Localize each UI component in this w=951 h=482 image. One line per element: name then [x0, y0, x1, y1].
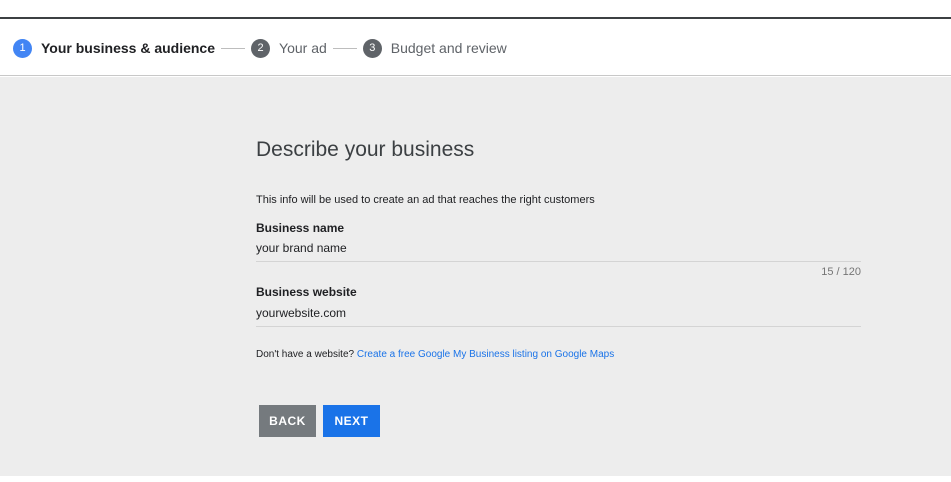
no-website-help: Don't have a website? Create a free Goog… [256, 349, 614, 360]
business-website-underline [256, 326, 861, 327]
step-budget-review[interactable]: 3 Budget and review [362, 38, 507, 58]
page-title: Describe your business [256, 138, 475, 161]
window-top-bar [0, 0, 951, 19]
business-name-underline [256, 261, 861, 262]
main-content: Describe your business This info will be… [0, 77, 951, 482]
business-name-char-counter: 15 / 120 [821, 266, 861, 278]
step-connector [332, 47, 357, 49]
progress-stepper: 1 Your business & audience 2 Your ad 3 B… [0, 21, 951, 76]
google-my-business-link[interactable]: Create a free Google My Business listing… [357, 349, 614, 360]
business-website-label: Business website [256, 285, 357, 299]
step-business-audience[interactable]: 1 Your business & audience [13, 38, 216, 58]
step-1-label: Your business & audience [41, 40, 216, 56]
business-name-label: Business name [256, 221, 345, 235]
help-text: Don't have a website? [256, 349, 357, 360]
page-subtitle: This info will be used to create an ad t… [256, 194, 595, 206]
next-button[interactable]: NEXT [323, 405, 380, 437]
step-connector [221, 47, 246, 49]
step-3-badge: 3 [362, 38, 382, 58]
step-2-label: Your ad [279, 40, 327, 56]
step-3-label: Budget and review [390, 40, 507, 56]
business-name-input[interactable]: your brand name [256, 241, 347, 255]
business-website-input[interactable]: yourwebsite.com [256, 306, 346, 320]
step-2-badge: 2 [251, 38, 271, 58]
step-1-badge: 1 [13, 38, 32, 58]
back-button[interactable]: BACK [259, 405, 316, 437]
step-your-ad[interactable]: 2 Your ad [251, 38, 327, 58]
bottom-strip [0, 476, 951, 482]
